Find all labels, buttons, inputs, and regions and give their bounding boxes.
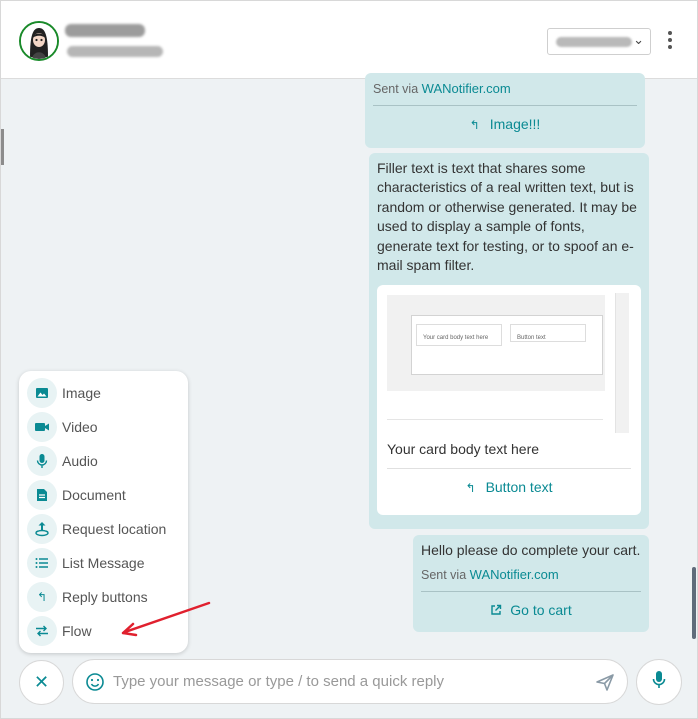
reply-icon: ↰ [27, 582, 57, 612]
message-bubble: Hello please do complete your cart. Sent… [413, 535, 649, 632]
menu-item-label: Document [62, 487, 126, 503]
reply-button-image[interactable]: ↰ Image!!! [365, 115, 645, 135]
video-icon [27, 412, 57, 442]
go-to-cart-label: Go to cart [510, 602, 572, 618]
close-attachments-button[interactable]: ✕ [19, 660, 64, 705]
emoji-icon[interactable] [85, 672, 105, 697]
carousel-card: Your card body text here Button text You… [377, 285, 641, 515]
agent-name-redacted [556, 37, 632, 47]
card-button-label: Button text [485, 479, 553, 495]
send-icon[interactable] [595, 672, 615, 697]
menu-item-label: Flow [62, 623, 92, 639]
menu-item-video[interactable]: Video [27, 411, 182, 443]
contact-avatar[interactable] [19, 21, 59, 61]
divider [387, 468, 631, 469]
menu-item-label: Request location [62, 521, 167, 537]
sent-via-prefix: Sent via [421, 568, 467, 582]
message-composer[interactable]: Type your message or type / to send a qu… [72, 659, 628, 704]
location-request-icon [27, 514, 57, 544]
sent-via-line: Sent via WANotifier.com [421, 565, 559, 585]
menu-item-label: List Message [62, 555, 145, 571]
menu-item-image[interactable]: Image [27, 377, 182, 409]
card-scrollbar[interactable] [615, 293, 629, 433]
list-icon [27, 548, 57, 578]
menu-item-request-location[interactable]: Request location [27, 513, 182, 545]
message-text: Hello please do complete your cart. [421, 542, 641, 558]
menu-item-document[interactable]: Document [27, 479, 182, 511]
image-icon [27, 378, 57, 408]
menu-item-label: Audio [62, 453, 98, 469]
card-header-image: Your card body text here Button text [387, 295, 605, 391]
wanotifier-link[interactable]: WANotifier.com [470, 567, 559, 582]
card-body-text: Your card body text here [387, 441, 540, 457]
document-icon [27, 480, 57, 510]
go-to-cart-button[interactable]: Go to cart [413, 601, 649, 621]
message-line: Filler text is text that shares some [377, 160, 586, 176]
mic-icon [27, 446, 57, 476]
contact-phone-redacted [67, 46, 163, 57]
reply-button-label: Image!!! [489, 116, 541, 132]
preview-button-box: Button text [510, 324, 586, 342]
message-bubble: Filler text is text that shares some cha… [369, 153, 649, 529]
message-line: mail spam filter. [377, 257, 475, 274]
contact-name-redacted [65, 24, 145, 37]
menu-item-list-message[interactable]: List Message [27, 547, 182, 579]
menu-item-audio[interactable]: Audio [27, 445, 182, 477]
message-input-placeholder[interactable]: Type your message or type / to send a qu… [113, 673, 444, 690]
divider [387, 419, 603, 420]
preview-body-box: Your card body text here [416, 324, 502, 346]
message-line: generate text for testing, or to spoof a… [377, 237, 634, 254]
divider [421, 591, 641, 592]
sent-via-line: Sent via WANotifier.com [373, 79, 511, 99]
voice-record-button[interactable] [636, 659, 682, 705]
sent-via-prefix: Sent via [373, 82, 419, 96]
agent-assign-select[interactable]: ⌄ [547, 28, 651, 55]
message-bubble: Sent via WANotifier.com ↰ Image!!! [365, 73, 645, 148]
close-icon: ✕ [33, 672, 50, 692]
message-line: random or otherwise generated. It may be [377, 198, 637, 215]
divider [373, 105, 637, 106]
mic-icon [652, 670, 666, 695]
menu-item-label: Image [62, 385, 101, 401]
card-image-preview: Your card body text here Button text [411, 315, 603, 375]
wanotifier-link[interactable]: WANotifier.com [422, 81, 511, 96]
reply-icon: ↰ [469, 118, 480, 132]
annotation-arrow-icon [119, 599, 213, 644]
chat-header: ⌄ [1, 1, 697, 79]
message-line: used to display a sample of fonts, [377, 218, 585, 235]
chevron-down-icon: ⌄ [633, 32, 644, 47]
more-options-icon[interactable] [664, 31, 676, 51]
menu-item-label: Video [62, 419, 98, 435]
message-line: characteristics of a real written text, … [377, 179, 634, 196]
message-text: Filler text is text that shares some cha… [377, 159, 645, 275]
chat-scrollbar[interactable] [692, 567, 696, 639]
reply-icon: ↰ [465, 481, 476, 495]
chat-window: ⌄ Sent via WANotifier.com ↰ Image!!! Fill… [0, 0, 698, 719]
left-edge-marker [1, 129, 4, 165]
external-link-icon [490, 602, 502, 621]
flow-icon [27, 616, 57, 646]
card-button[interactable]: ↰ Button text [377, 478, 641, 498]
